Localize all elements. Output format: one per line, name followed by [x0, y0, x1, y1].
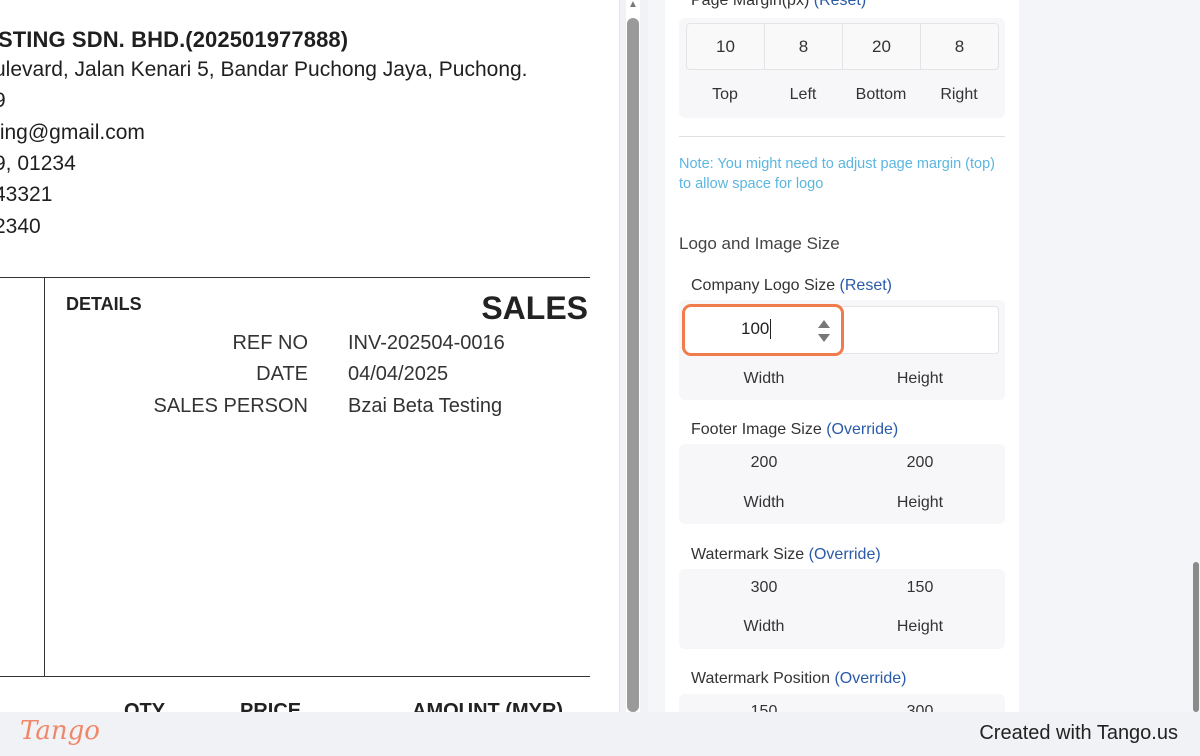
- margin-right-input[interactable]: 8: [921, 24, 998, 69]
- details-title: DETAILS: [66, 294, 142, 314]
- company-name: STING SDN. BHD.(202501977888): [0, 27, 349, 52]
- page-margin-inputs: 10 8 20 8: [686, 23, 999, 70]
- column-header-amount: AMOUNT (MYR): [412, 700, 564, 712]
- preview-scrollbar-thumb[interactable]: [627, 18, 639, 712]
- watermark-width-label: Width: [743, 618, 785, 635]
- section-divider: [679, 136, 1005, 137]
- meta-key: DATE: [256, 363, 308, 385]
- company-logo-height-label: Height: [896, 370, 944, 387]
- margin-left-label: Left: [789, 86, 817, 103]
- divider-vertical: [44, 277, 45, 677]
- margin-left-input[interactable]: 8: [765, 24, 843, 69]
- watermark-size-override-link[interactable]: (Override): [809, 546, 881, 563]
- watermark-height-label: Height: [896, 618, 944, 635]
- logo-section-title: Logo and Image Size: [679, 234, 840, 253]
- company-extra: 2340: [0, 215, 41, 238]
- address-line-2: 9: [0, 89, 6, 113]
- address-line-1: ulevard, Jalan Kenari 5, Bandar Puchong …: [0, 58, 528, 81]
- margin-top-label: Top: [712, 86, 738, 103]
- company-fax: 43321: [0, 183, 53, 206]
- meta-value: INV-202504-0016: [348, 332, 505, 354]
- spin-up-icon[interactable]: [818, 320, 830, 328]
- company-logo-reset-link[interactable]: (Reset): [840, 277, 892, 294]
- tango-credit: Created with Tango.us: [979, 722, 1178, 744]
- company-logo-width-label: Width: [743, 370, 785, 387]
- side-area: [1020, 0, 1200, 712]
- footer-image-override-link[interactable]: (Override): [826, 421, 898, 438]
- margin-note: Note: You might need to adjust page marg…: [679, 156, 995, 192]
- footer-image-size-label: Footer Image Size (Override): [691, 421, 899, 438]
- margin-top-input[interactable]: 10: [687, 24, 765, 69]
- company-logo-size-label: Company Logo Size (Reset): [691, 277, 892, 294]
- watermark-position-override-link[interactable]: (Override): [834, 670, 906, 687]
- footer-image-height-label: Height: [896, 494, 944, 511]
- page-scrollbar-thumb[interactable]: [1193, 562, 1199, 712]
- meta-value: Bzai Beta Testing: [348, 395, 503, 417]
- tango-logo: Tango: [20, 716, 100, 746]
- column-header-price: PRICE: [240, 700, 302, 712]
- meta-key: REF NO: [232, 332, 308, 354]
- divider-top: [0, 277, 590, 278]
- margin-bottom-label: Bottom: [855, 86, 907, 103]
- margin-bottom-input[interactable]: 20: [843, 24, 921, 69]
- footer-image-height-input[interactable]: 200: [842, 454, 998, 472]
- watermark-size-label: Watermark Size (Override): [691, 546, 881, 563]
- watermark-width-input[interactable]: 300: [686, 579, 842, 597]
- invoice-preview: STING SDN. BHD.(202501977888) ulevard, J…: [0, 0, 620, 712]
- company-phone: 9, 01234: [0, 152, 76, 175]
- watermark-position-label: Watermark Position (Override): [691, 670, 907, 687]
- company-logo-width-input[interactable]: 100: [682, 304, 844, 356]
- footer-image-width-input[interactable]: 200: [686, 454, 842, 472]
- margin-right-label: Right: [940, 86, 978, 103]
- column-header-qty: QTY: [124, 700, 166, 712]
- footer-image-width-label: Width: [743, 494, 785, 511]
- document-type-title: SALES: [481, 290, 588, 326]
- page-margin-reset-link[interactable]: (Reset): [814, 0, 866, 9]
- company-email: ting@gmail.com: [0, 121, 145, 144]
- meta-value: 04/04/2025: [348, 363, 449, 385]
- company-logo-width-value: 100: [741, 319, 770, 338]
- scroll-up-icon[interactable]: ▲: [626, 0, 640, 10]
- watermark-height-input[interactable]: 150: [842, 579, 998, 597]
- text-caret: [770, 319, 771, 339]
- divider-bottom: [0, 676, 590, 677]
- spin-down-icon[interactable]: [818, 334, 830, 342]
- meta-key: SALES PERSON: [153, 395, 308, 417]
- page-margin-label: Page Margin(px) (Reset): [691, 0, 866, 10]
